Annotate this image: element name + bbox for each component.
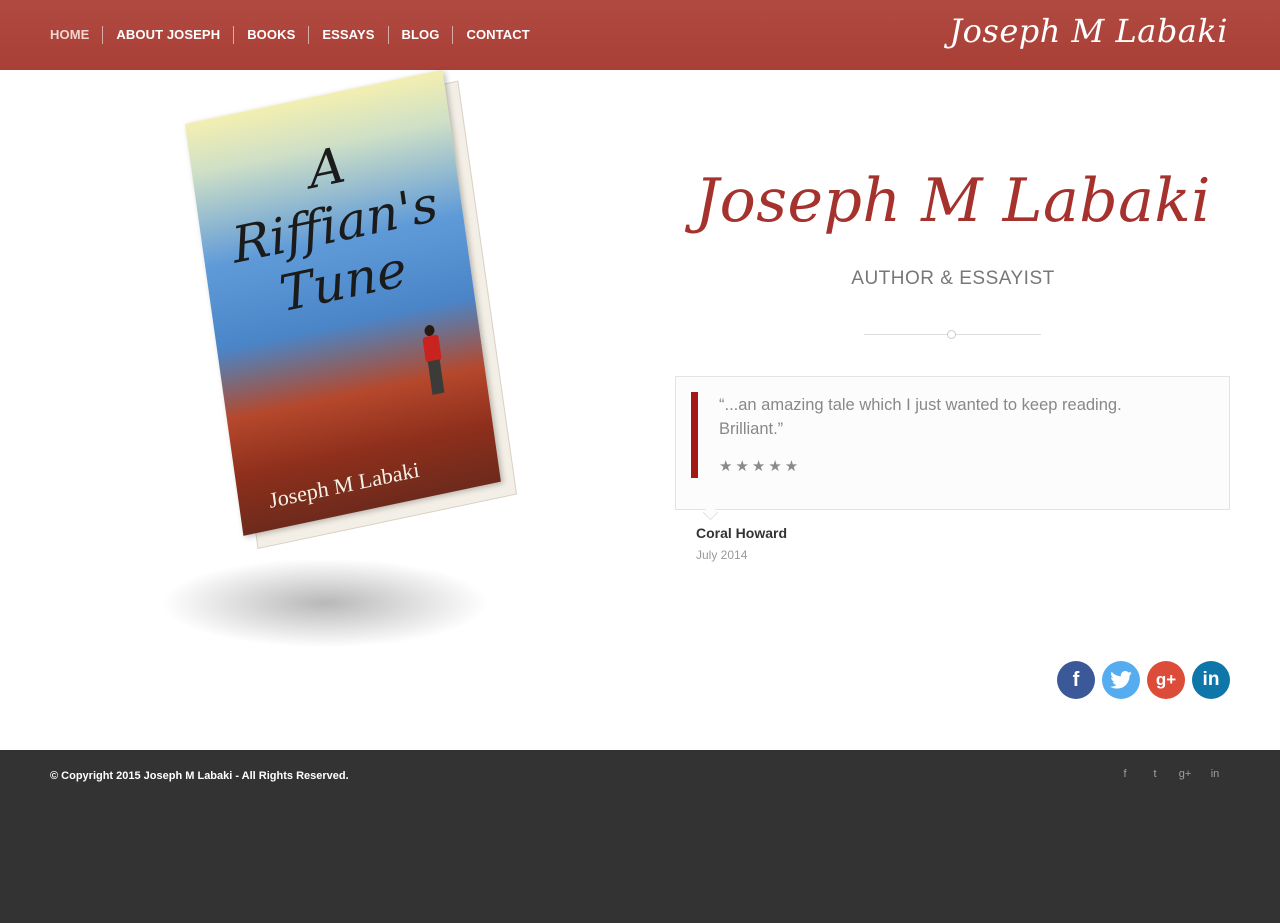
social-links: f g+ in xyxy=(1057,661,1230,699)
site-footer: © Copyright 2015 Joseph M Labaki - All R… xyxy=(0,750,1280,923)
footer-linkedin-icon[interactable]: in xyxy=(1205,768,1225,780)
rating-stars: ★★★★★ xyxy=(719,458,802,475)
testimonial-quote: “...an amazing tale which I just wanted … xyxy=(719,396,1122,438)
facebook-icon[interactable]: f xyxy=(1057,661,1095,699)
book-shadow xyxy=(160,558,490,648)
main-nav: HOME ABOUT JOSEPH BOOKS ESSAYS BLOG CONT… xyxy=(50,0,543,70)
book-title: A Riffian's Tune xyxy=(209,115,461,334)
book-image: A Riffian's Tune Joseph M Labaki xyxy=(100,69,555,658)
twitter-icon[interactable] xyxy=(1102,661,1140,699)
review-date: July 2014 xyxy=(696,548,748,562)
hero-subtitle: AUTHOR & ESSAYIST xyxy=(851,268,1055,289)
linkedin-icon[interactable]: in xyxy=(1192,661,1230,699)
footer-facebook-icon[interactable]: f xyxy=(1115,768,1135,780)
site-header: HOME ABOUT JOSEPH BOOKS ESSAYS BLOG CONT… xyxy=(0,0,1280,70)
site-logo[interactable]: Joseph M Labaki xyxy=(949,12,1228,50)
footer-google-plus-icon[interactable]: g+ xyxy=(1175,768,1195,780)
hero-author-name: Joseph M Labaki xyxy=(695,166,1211,236)
twitter-bird-icon xyxy=(1110,671,1132,689)
reviewer-name: Coral Howard xyxy=(696,525,788,541)
testimonial-box: “...an amazing tale which I just wanted … xyxy=(675,376,1230,510)
quote-accent-bar xyxy=(691,392,698,478)
nav-books[interactable]: BOOKS xyxy=(233,26,308,44)
nav-blog[interactable]: BLOG xyxy=(387,26,453,44)
footer-social-links: f t g+ in xyxy=(1115,768,1235,780)
divider-dot xyxy=(947,330,956,339)
copyright-text: © Copyright 2015 Joseph M Labaki - All R… xyxy=(50,770,349,782)
nav-essays[interactable]: ESSAYS xyxy=(308,26,387,44)
boy-figure-illustration xyxy=(418,323,450,396)
nav-contact[interactable]: CONTACT xyxy=(452,26,542,44)
book-3d: A Riffian's Tune Joseph M Labaki xyxy=(185,69,518,550)
footer-twitter-icon[interactable]: t xyxy=(1145,768,1165,780)
nav-about-joseph[interactable]: ABOUT JOSEPH xyxy=(102,26,233,44)
nav-home[interactable]: HOME xyxy=(50,26,102,44)
google-plus-icon[interactable]: g+ xyxy=(1147,661,1185,699)
